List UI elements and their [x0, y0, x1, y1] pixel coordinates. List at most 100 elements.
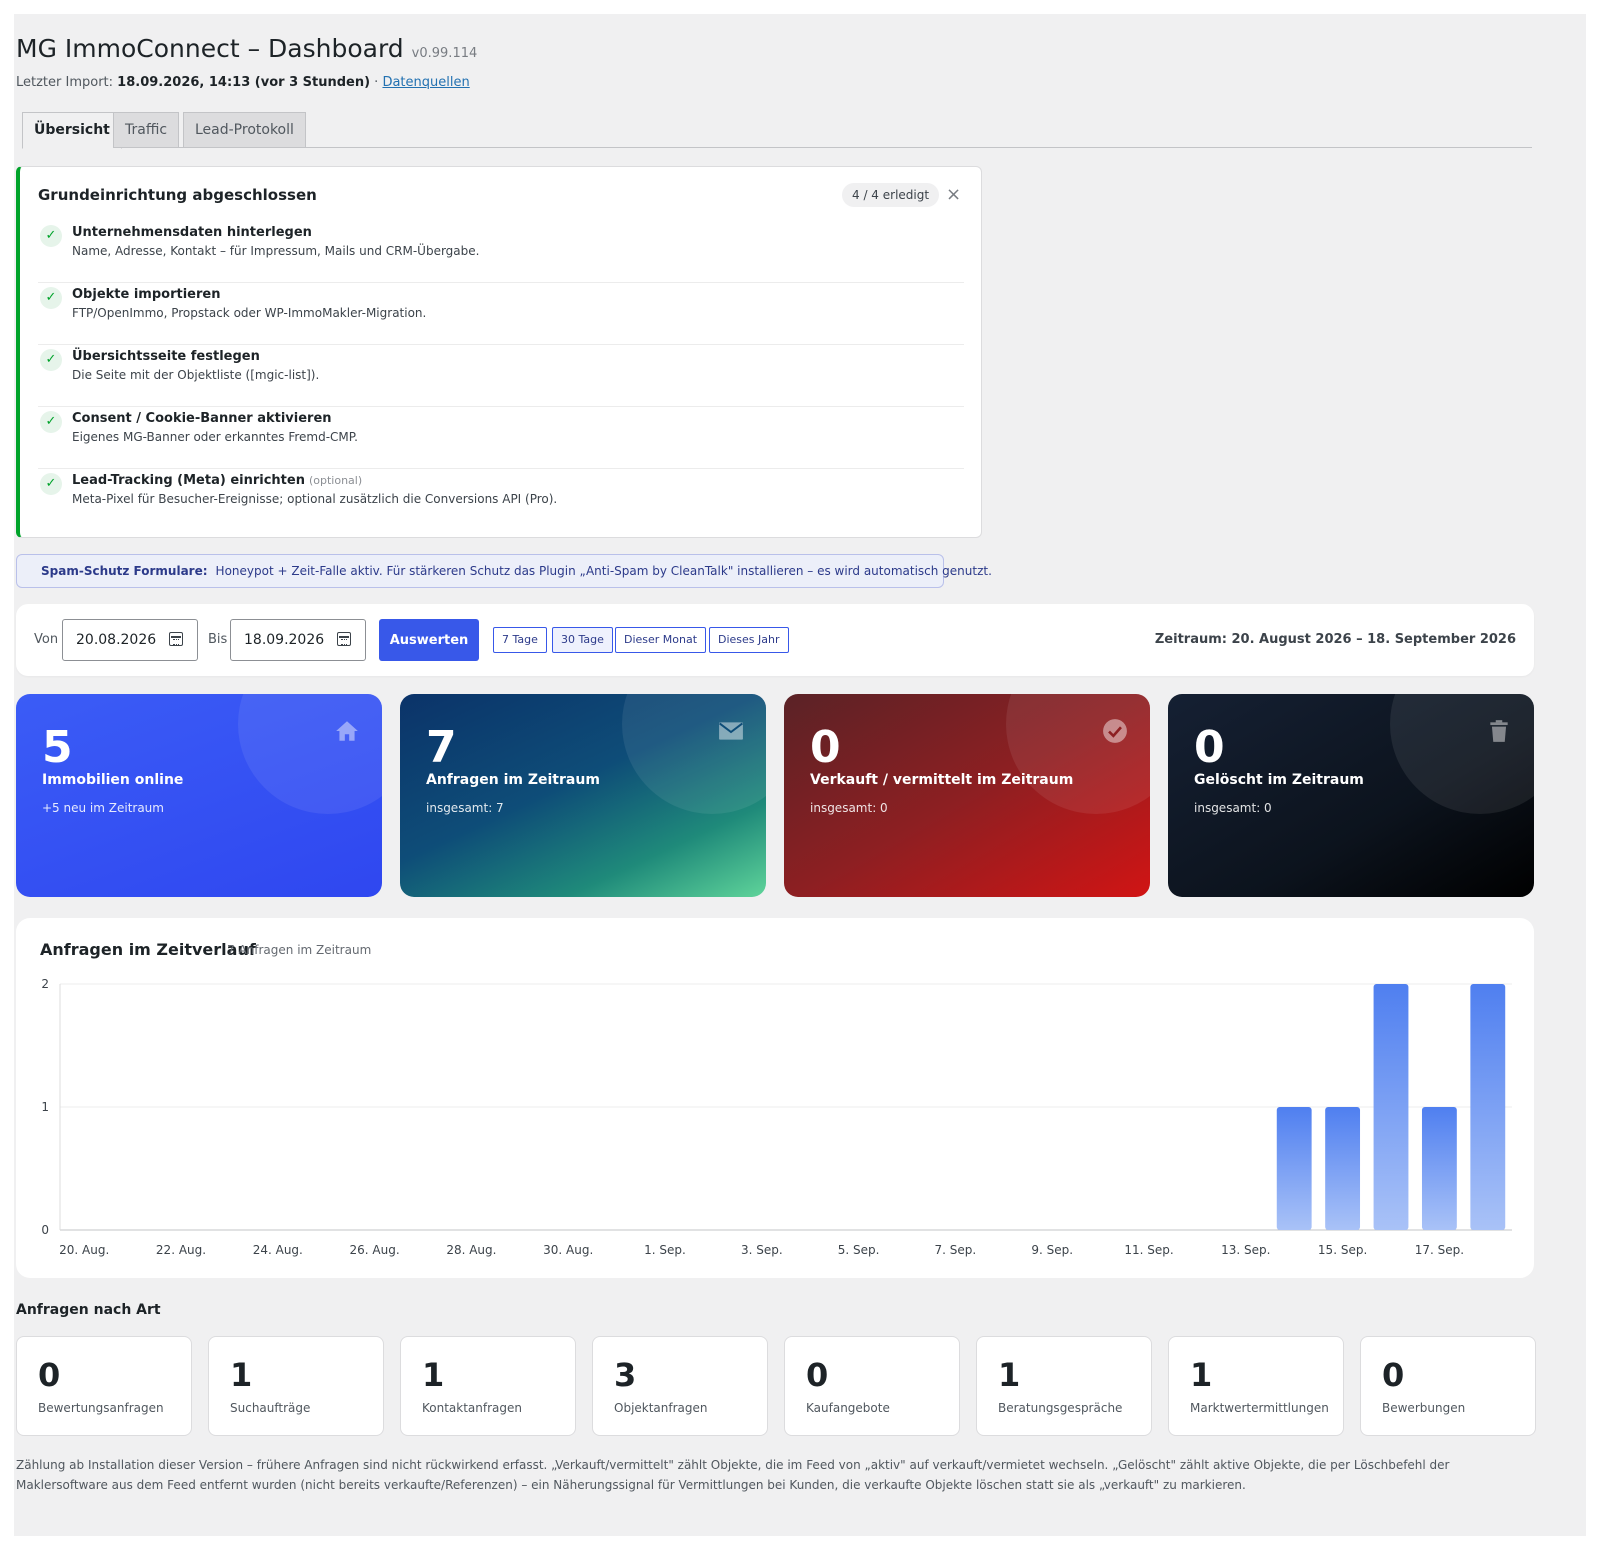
check-icon: ✓ — [40, 411, 62, 433]
setup-title: Grundeinrichtung abgeschlossen — [38, 186, 317, 204]
setup-step: ✓ Übersichtsseite festlegen Die Seite mi… — [38, 345, 964, 407]
type-card-valuations: 0 Bewertungsanfragen — [16, 1336, 192, 1436]
evaluate-button[interactable]: Auswerten — [379, 619, 479, 661]
type-card-applications: 0 Bewerbungen — [1360, 1336, 1536, 1436]
type-value: 0 — [1382, 1356, 1405, 1394]
chart-bar[interactable] — [1470, 984, 1506, 1230]
spam-protection-notice: Spam-Schutz Formulare: Honeypot + Zeit-F… — [16, 554, 992, 588]
optional-tag: (optional) — [308, 474, 363, 487]
x-tick-label: 28. Aug. — [446, 1243, 496, 1257]
check-icon: ✓ — [40, 473, 62, 495]
type-card-consultations: 1 Beratungsgespräche — [976, 1336, 1152, 1436]
kpi-label: Immobilien online — [42, 772, 184, 788]
from-date-input[interactable]: 20.08.2026 — [62, 619, 198, 661]
setup-steps: ✓ Unternehmensdaten hinterlegen Name, Ad… — [38, 221, 964, 531]
page-header: MG ImmoConnect – Dashboard v0.99.114 — [16, 34, 477, 63]
trash-icon — [1490, 720, 1508, 742]
step-title: Objekte importieren — [72, 287, 221, 302]
x-tick-label: 17. Sep. — [1415, 1243, 1464, 1257]
type-card-market-valuations: 1 Marktwertermittlungen — [1168, 1336, 1344, 1436]
kpi-sub: insgesamt: 0 — [810, 801, 888, 815]
tab-bar: Übersicht Traffic Lead-Protokoll — [22, 112, 1532, 149]
type-value: 3 — [614, 1356, 637, 1394]
step-description: Name, Adresse, Kontakt – für Impressum, … — [72, 244, 480, 258]
kpi-label: Verkauft / vermittelt im Zeitraum — [810, 772, 1074, 788]
kpi-card-inquiries: 7 Anfragen im Zeitraum insgesamt: 7 — [400, 694, 766, 897]
tab-traffic[interactable]: Traffic — [113, 112, 180, 148]
type-label: Bewertungsanfragen — [38, 1401, 164, 1415]
spam-label: Spam-Schutz Formulare: — [41, 564, 208, 578]
kpi-sub: insgesamt: 0 — [1194, 801, 1272, 815]
step-title: Unternehmensdaten hinterlegen — [72, 225, 312, 240]
kpi-sub: +5 neu im Zeitraum — [42, 801, 164, 815]
tab-overview[interactable]: Übersicht — [22, 112, 122, 149]
type-label: Bewerbungen — [1382, 1401, 1466, 1415]
close-icon[interactable]: × — [946, 185, 961, 205]
from-label: Von — [34, 632, 59, 647]
x-tick-label: 22. Aug. — [156, 1243, 206, 1257]
type-card-purchase-offers: 0 Kaufangebote — [784, 1336, 960, 1436]
type-label: Beratungsgespräche — [998, 1401, 1123, 1415]
step-description: Die Seite mit der Objektliste ([mgic-lis… — [72, 368, 320, 382]
range-summary: Zeitraum: 20. August 2026 – 18. Septembe… — [1154, 632, 1516, 647]
footnote: Zählung ab Installation dieser Version –… — [16, 1458, 1450, 1492]
step-description: FTP/OpenImmo, Propstack oder WP-ImmoMakl… — [72, 306, 427, 320]
dashboard-page: MG ImmoConnect – Dashboard v0.99.114 Let… — [14, 14, 1586, 1536]
y-tick-label: 2 — [41, 977, 49, 991]
chart-bar[interactable] — [1421, 1107, 1457, 1230]
kpi-value: 7 — [426, 722, 457, 773]
x-tick-label: 7. Sep. — [935, 1243, 977, 1257]
quick-range-7-days[interactable]: 7 Tage — [493, 627, 547, 653]
type-card-contact-requests: 1 Kontaktanfragen — [400, 1336, 576, 1436]
kpi-card-sold: 0 Verkauft / vermittelt im Zeitraum insg… — [784, 694, 1150, 897]
step-title: Consent / Cookie-Banner aktivieren — [72, 411, 332, 426]
separator: · — [370, 75, 383, 90]
to-label: Bis — [208, 632, 228, 647]
chart-bar[interactable] — [1373, 984, 1409, 1230]
check-icon: ✓ — [40, 225, 62, 247]
quick-range-this-month[interactable]: Dieser Monat — [615, 627, 707, 653]
to-date-input[interactable]: 18.09.2026 — [230, 619, 366, 661]
version-label: v0.99.114 — [411, 46, 478, 61]
check-icon: ✓ — [40, 287, 62, 309]
data-sources-link[interactable]: Datenquellen — [382, 75, 469, 90]
type-label: Kaufangebote — [806, 1401, 890, 1415]
chart-bar[interactable] — [1276, 1107, 1312, 1230]
inquiries-bar-chart: 0 1 2 20. Aug. 22. Aug. 24. Aug. 26. Aug. 28. A… — [41, 977, 1512, 1257]
x-tick-label: 24. Aug. — [253, 1243, 303, 1257]
type-label: Marktwertermittlungen — [1190, 1401, 1329, 1415]
type-label: Objektanfragen — [614, 1401, 708, 1415]
calendar-icon[interactable] — [337, 632, 351, 646]
quick-range-30-days[interactable]: 30 Tage — [552, 627, 613, 653]
chart-bar[interactable] — [1325, 1107, 1361, 1230]
kpi-value: 0 — [1194, 722, 1225, 773]
home-icon — [336, 721, 358, 741]
calendar-icon[interactable] — [169, 632, 183, 646]
setup-step: ✓ Lead-Tracking (Meta) einrichten (option… — [38, 469, 964, 531]
x-tick-label: 5. Sep. — [838, 1243, 880, 1257]
x-tick-label: 20. Aug. — [59, 1243, 109, 1257]
x-tick-label: 15. Sep. — [1318, 1243, 1367, 1257]
type-value: 0 — [38, 1356, 61, 1394]
kpi-sub: insgesamt: 7 — [426, 801, 504, 815]
kpi-label: Gelöscht im Zeitraum — [1194, 772, 1364, 788]
setup-progress-badge: 4 / 4 erledigt — [842, 183, 940, 207]
x-tick-label: 9. Sep. — [1031, 1243, 1073, 1257]
type-value: 0 — [806, 1356, 829, 1394]
quick-range-this-year[interactable]: Dieses Jahr — [709, 627, 789, 653]
setup-step: ✓ Objekte importieren FTP/OpenImmo, Prop… — [38, 283, 964, 345]
tab-lead-log[interactable]: Lead-Protokoll — [183, 112, 306, 148]
types-section-title: Anfragen nach Art — [16, 1302, 161, 1318]
mail-icon — [719, 722, 743, 740]
type-card-property-requests: 3 Objektanfragen — [592, 1336, 768, 1436]
type-card-search-orders: 1 Suchaufträge — [208, 1336, 384, 1436]
last-import-info: Letzter Import: 18.09.2026, 14:13 (vor 3… — [16, 75, 470, 90]
type-value: 1 — [1190, 1356, 1213, 1394]
setup-step: ✓ Unternehmensdaten hinterlegen Name, Ad… — [38, 221, 964, 283]
kpi-card-deleted: 0 Gelöscht im Zeitraum insgesamt: 0 — [1168, 694, 1534, 897]
step-description: Eigenes MG-Banner oder erkanntes Fremd-C… — [72, 430, 358, 444]
kpi-value: 5 — [42, 722, 73, 773]
step-title: Übersichtsseite festlegen — [72, 349, 260, 364]
kpi-card-properties-online: 5 Immobilien online +5 neu im Zeitraum — [16, 694, 382, 897]
check-circle-icon — [1103, 719, 1127, 743]
